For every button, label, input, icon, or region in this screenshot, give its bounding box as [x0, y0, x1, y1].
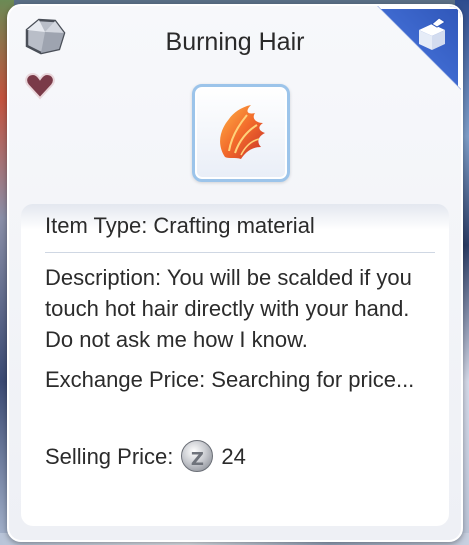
exchange-price-text: Exchange Price: Searching for price... — [45, 367, 415, 392]
selling-price-label: Selling Price: — [45, 443, 174, 469]
item-title: Burning Hair — [165, 28, 305, 56]
item-description-text: Description: You will be scalded if you … — [45, 265, 412, 352]
divider — [45, 252, 435, 253]
item-icon-frame — [192, 84, 290, 182]
burning-hair-icon — [220, 105, 265, 159]
item-type-text: Item Type: Crafting material — [45, 213, 315, 238]
favorite-heart-icon[interactable] — [25, 72, 55, 100]
item-info-panel: Item Type: Crafting material Description… — [21, 204, 449, 526]
selling-price-row: Selling Price: Z 24 — [45, 440, 246, 472]
zeny-coin-icon: Z — [181, 440, 214, 472]
coin-symbol: Z — [190, 449, 204, 470]
selling-price-value: 24 — [221, 443, 246, 469]
item-info-card: Burning Hair Item Type: Crafting materia… — [7, 4, 463, 542]
